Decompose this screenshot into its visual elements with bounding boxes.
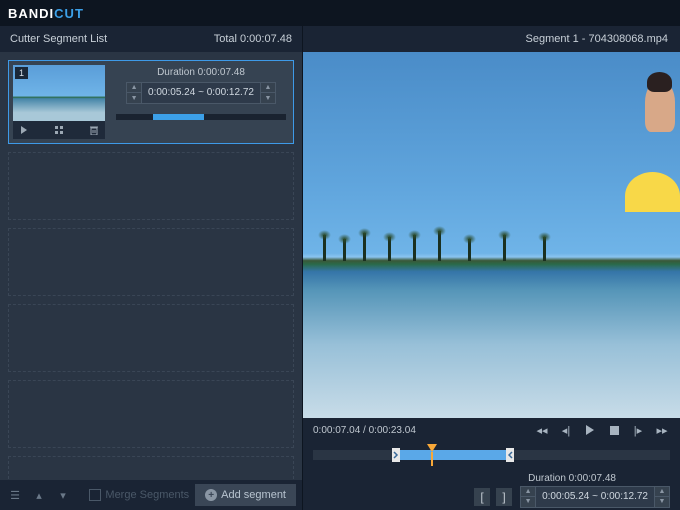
move-down-icon[interactable]: ▾ bbox=[54, 486, 72, 504]
segment-thumbnail[interactable]: 1 bbox=[13, 65, 105, 121]
play-icon[interactable] bbox=[582, 422, 598, 438]
scene-element bbox=[503, 235, 506, 261]
segment-thumbnail-box: 1 bbox=[13, 65, 105, 139]
empty-segment-slot bbox=[8, 456, 294, 480]
timeline-selection bbox=[392, 450, 506, 460]
merge-checkbox[interactable] bbox=[89, 489, 101, 501]
timeline[interactable] bbox=[303, 442, 680, 470]
merge-segments-toggle[interactable]: Merge Segments bbox=[89, 489, 189, 501]
segment-mini-track[interactable] bbox=[116, 114, 286, 120]
segment-list-footer: ☰ ▴ ▾ Merge Segments + Add segment bbox=[0, 480, 302, 510]
move-up-icon[interactable]: ▴ bbox=[30, 486, 48, 504]
timeline-track[interactable] bbox=[313, 450, 670, 460]
list-menu-icon[interactable]: ☰ bbox=[6, 486, 24, 504]
segment-play-icon[interactable] bbox=[17, 123, 31, 137]
scene-element bbox=[543, 237, 546, 261]
timeline-start-handle[interactable] bbox=[392, 448, 400, 462]
start-step-down-icon[interactable]: ▼ bbox=[127, 93, 141, 103]
segment-info: Duration 0:00:07.48 ▲ ▼ 0:00:05.24 ~ 0:0… bbox=[113, 65, 289, 139]
preview-end-step-down-icon[interactable]: ▼ bbox=[655, 497, 669, 507]
segment-delete-icon[interactable] bbox=[87, 123, 101, 137]
segment-mini-controls bbox=[13, 121, 105, 139]
step-prev-icon[interactable]: ◂| bbox=[558, 422, 574, 438]
preview-panel: Segment 1 - 704308068.mp4 0:00:07.04 / 0… bbox=[303, 26, 680, 510]
scene-element bbox=[413, 235, 416, 261]
empty-segment-slot bbox=[8, 304, 294, 372]
segment-list-title: Cutter Segment List bbox=[10, 33, 107, 45]
playback-bar: 0:00:07.04 / 0:00:23.04 ◂◂ ◂| |▸ ▸▸ bbox=[303, 418, 680, 442]
add-segment-button[interactable]: + Add segment bbox=[195, 484, 296, 506]
segment-duration-label: Duration 0:00:07.48 bbox=[157, 67, 245, 78]
segment-time-input[interactable]: ▲ ▼ 0:00:05.24 ~ 0:00:12.72 ▲ ▼ bbox=[126, 82, 276, 104]
timeline-end-handle[interactable] bbox=[506, 448, 514, 462]
stop-icon[interactable] bbox=[606, 422, 622, 438]
preview-start-step-up-icon[interactable]: ▲ bbox=[521, 487, 535, 497]
scene-element bbox=[388, 237, 391, 261]
segment-item[interactable]: 1 Duration 0:00:07.48 ▲ bbox=[8, 60, 294, 144]
segment-number: 1 bbox=[15, 67, 28, 79]
total-duration-label: Total 0:00:07.48 bbox=[214, 33, 292, 45]
segment-mini-fill bbox=[153, 114, 204, 120]
add-segment-label: Add segment bbox=[221, 489, 286, 501]
preview-time-input[interactable]: ▲ ▼ 0:00:05.24 ~ 0:00:12.72 ▲ ▼ bbox=[520, 486, 670, 508]
segment-list-header: Cutter Segment List Total 0:00:07.48 bbox=[0, 26, 302, 52]
preview-duration-label: Duration 0:00:07.48 bbox=[528, 473, 616, 484]
scene-element bbox=[343, 239, 346, 261]
segment-grid-icon[interactable] bbox=[52, 123, 66, 137]
app-header: BANDICUT bbox=[0, 0, 680, 26]
preview-title: Segment 1 - 704308068.mp4 bbox=[526, 33, 669, 45]
merge-label: Merge Segments bbox=[105, 489, 189, 501]
empty-segment-slot bbox=[8, 228, 294, 296]
segment-list-panel: Cutter Segment List Total 0:00:07.48 1 bbox=[0, 26, 303, 510]
video-preview[interactable] bbox=[303, 52, 680, 418]
mark-in-button[interactable]: [ bbox=[474, 488, 490, 506]
preview-header: Segment 1 - 704308068.mp4 bbox=[303, 26, 680, 52]
preview-start-step-down-icon[interactable]: ▼ bbox=[521, 497, 535, 507]
start-step-up-icon[interactable]: ▲ bbox=[127, 83, 141, 93]
empty-segment-slot bbox=[8, 380, 294, 448]
playback-time: 0:00:07.04 / 0:00:23.04 bbox=[313, 425, 416, 436]
mark-out-button[interactable]: ] bbox=[496, 488, 512, 506]
scene-element bbox=[620, 72, 680, 212]
timeline-playhead[interactable] bbox=[427, 444, 437, 452]
end-step-down-icon[interactable]: ▼ bbox=[261, 93, 275, 103]
scene-element bbox=[363, 233, 366, 261]
segment-time-range: 0:00:05.24 ~ 0:00:12.72 bbox=[142, 83, 260, 103]
preview-time-range: 0:00:05.24 ~ 0:00:12.72 bbox=[536, 487, 654, 507]
app-logo: BANDICUT bbox=[8, 6, 84, 21]
empty-segment-slot bbox=[8, 152, 294, 220]
end-step-up-icon[interactable]: ▲ bbox=[261, 83, 275, 93]
scene-element bbox=[468, 239, 471, 261]
skip-next-icon[interactable]: ▸▸ bbox=[654, 422, 670, 438]
preview-end-step-up-icon[interactable]: ▲ bbox=[655, 487, 669, 497]
scene-element bbox=[323, 235, 326, 261]
scene-element bbox=[438, 231, 441, 261]
step-next-icon[interactable]: |▸ bbox=[630, 422, 646, 438]
plus-icon: + bbox=[205, 489, 217, 501]
bottom-controls: Duration 0:00:07.48 [ ] ▲ ▼ 0:00:05.24 ~… bbox=[303, 470, 680, 510]
segments-area: 1 Duration 0:00:07.48 ▲ bbox=[0, 52, 302, 480]
skip-prev-icon[interactable]: ◂◂ bbox=[534, 422, 550, 438]
